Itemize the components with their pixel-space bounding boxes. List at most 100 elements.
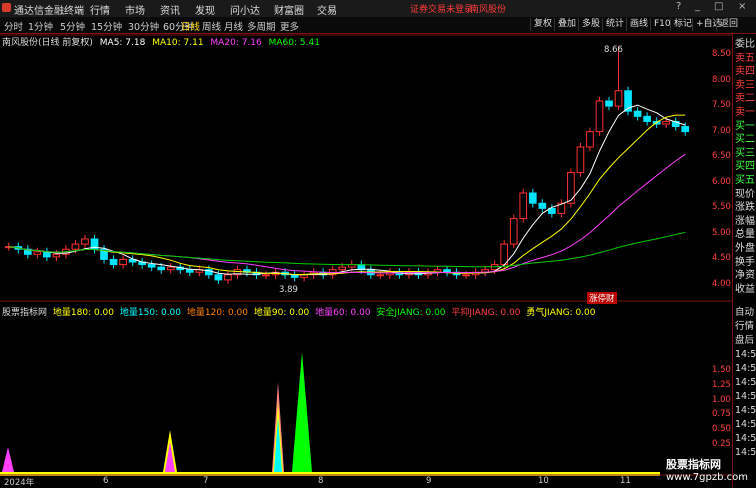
panel-info: 14:50: [735, 391, 756, 402]
price-tick: 6.00: [712, 176, 731, 187]
panel-info: 14:50: [735, 349, 756, 360]
period-multi[interactable]: 多周期: [247, 19, 276, 33]
menu-market[interactable]: 市场: [125, 2, 145, 17]
quote-label: 换手: [735, 256, 755, 268]
menu-news[interactable]: 资讯: [160, 2, 180, 17]
quote-label: 卖五: [735, 52, 755, 64]
candle-body: [662, 120, 671, 125]
candle-body: [157, 266, 166, 271]
period-monthly[interactable]: 月线: [224, 19, 243, 33]
menu-quotes[interactable]: 行情: [90, 2, 110, 17]
stats-button[interactable]: 统计: [602, 18, 627, 31]
quote-label: 净资: [735, 270, 755, 282]
period-timeshare[interactable]: 分时: [4, 19, 23, 33]
period-toolbar: 分时 1分钟 5分钟 15分钟 30分钟 60分钟 日线 周线 月线 多周期 更…: [0, 17, 756, 34]
panel-info: 自动: [735, 307, 755, 318]
quote-label: 买四: [735, 161, 755, 173]
candle-body: [614, 90, 623, 107]
date-label: 7: [203, 476, 209, 486]
panel-info: 行情: [735, 321, 755, 332]
kline-chart[interactable]: [0, 34, 732, 487]
quote-label: 卖三: [735, 79, 755, 91]
adjust-button[interactable]: 复权: [530, 18, 555, 31]
candle-body: [595, 100, 604, 133]
candle-body: [509, 218, 518, 245]
quote-label: 买五: [735, 175, 755, 186]
candle-body: [109, 258, 118, 266]
candle-body: [633, 110, 642, 117]
multi-stock-button[interactable]: 多股: [578, 18, 603, 31]
indicator-tick: 0.25: [712, 439, 731, 449]
price-tick: 4.50: [712, 253, 731, 264]
menu-wealth[interactable]: 财富圈: [274, 2, 304, 17]
panel-info: 14:50: [735, 419, 756, 430]
candle-body: [500, 243, 509, 266]
panel-info: 盘后: [735, 335, 755, 346]
title-bar: 通达信金融终端 行情 市场 资讯 发现 问小达 财富圈 交易 证券交易未登录 南…: [0, 0, 756, 18]
candle-body: [462, 274, 470, 277]
period-15min[interactable]: 15分钟: [91, 19, 122, 33]
indicator-spike: [2, 447, 14, 472]
back-button[interactable]: 返回: [716, 18, 741, 31]
quote-label: 总量: [735, 229, 755, 241]
high-annotation: 8.66: [604, 45, 623, 55]
indicator-tick: 1.25: [712, 379, 731, 390]
overlay-button[interactable]: 叠加: [554, 18, 579, 31]
menu-discover[interactable]: 发现: [195, 2, 215, 17]
price-tick: 5.00: [712, 227, 731, 238]
quote-label: 现价: [735, 188, 755, 200]
indicator-tick: 0.50: [712, 424, 731, 435]
candle-body: [681, 126, 690, 133]
draw-button[interactable]: 画线: [626, 18, 651, 31]
date-label: 2024年: [4, 478, 35, 488]
minimize-icon[interactable]: _: [695, 1, 700, 12]
menu-ask[interactable]: 问小达: [230, 2, 260, 17]
date-label: 8: [318, 476, 324, 486]
candle-body: [185, 269, 194, 273]
candle-body: [166, 266, 175, 271]
price-tick: 7.00: [712, 125, 731, 136]
candle-body: [81, 238, 89, 245]
candle-body: [262, 274, 270, 277]
period-weekly[interactable]: 周线: [202, 19, 221, 33]
price-tick: 5.50: [712, 202, 731, 213]
candle-body: [119, 258, 127, 266]
period-daily[interactable]: 日线: [181, 19, 200, 33]
close-icon[interactable]: ×: [738, 1, 746, 12]
candle-body: [643, 115, 651, 122]
candle-body: [338, 266, 347, 271]
candle-body: [52, 253, 61, 258]
help-icon[interactable]: ?: [676, 1, 681, 12]
limit-up-tag[interactable]: 涨停财: [587, 292, 617, 304]
candle-body: [224, 274, 232, 281]
panel-info: 14:50: [735, 363, 756, 374]
quote-label: 卖四: [735, 66, 755, 78]
login-notice[interactable]: 证券交易未登录: [410, 2, 473, 15]
date-label: 11: [620, 476, 631, 486]
candle-body: [376, 274, 385, 277]
price-tick: 8.50: [712, 49, 731, 59]
candle-body: [71, 243, 80, 250]
period-1min[interactable]: 1分钟: [28, 19, 53, 33]
price-tick: 6.50: [712, 151, 731, 162]
candle-body: [147, 264, 156, 268]
period-5min[interactable]: 5分钟: [60, 19, 85, 33]
watermark-title: 股票指标网: [666, 458, 721, 471]
quote-label: 买三: [735, 147, 755, 159]
period-more[interactable]: 更多: [280, 19, 299, 33]
indicator-tick: 1.00: [712, 394, 731, 405]
panel-info: 14:50: [735, 433, 756, 444]
candle-body: [214, 274, 223, 281]
candle-body: [576, 146, 585, 174]
maximize-icon[interactable]: □: [714, 1, 723, 12]
stock-link[interactable]: 南风股份: [470, 2, 506, 15]
app-title: 通达信金融终端: [14, 6, 84, 17]
low-annotation: 3.89: [279, 285, 298, 295]
candle-body: [519, 192, 528, 220]
period-30min[interactable]: 30分钟: [128, 19, 159, 33]
watermark-url: www.7gpzb.com: [666, 472, 748, 483]
menu-trade[interactable]: 交易: [317, 2, 337, 17]
candle-body: [567, 172, 575, 204]
panel-info: 14:50: [735, 377, 756, 388]
ma5-line: [8, 104, 686, 276]
